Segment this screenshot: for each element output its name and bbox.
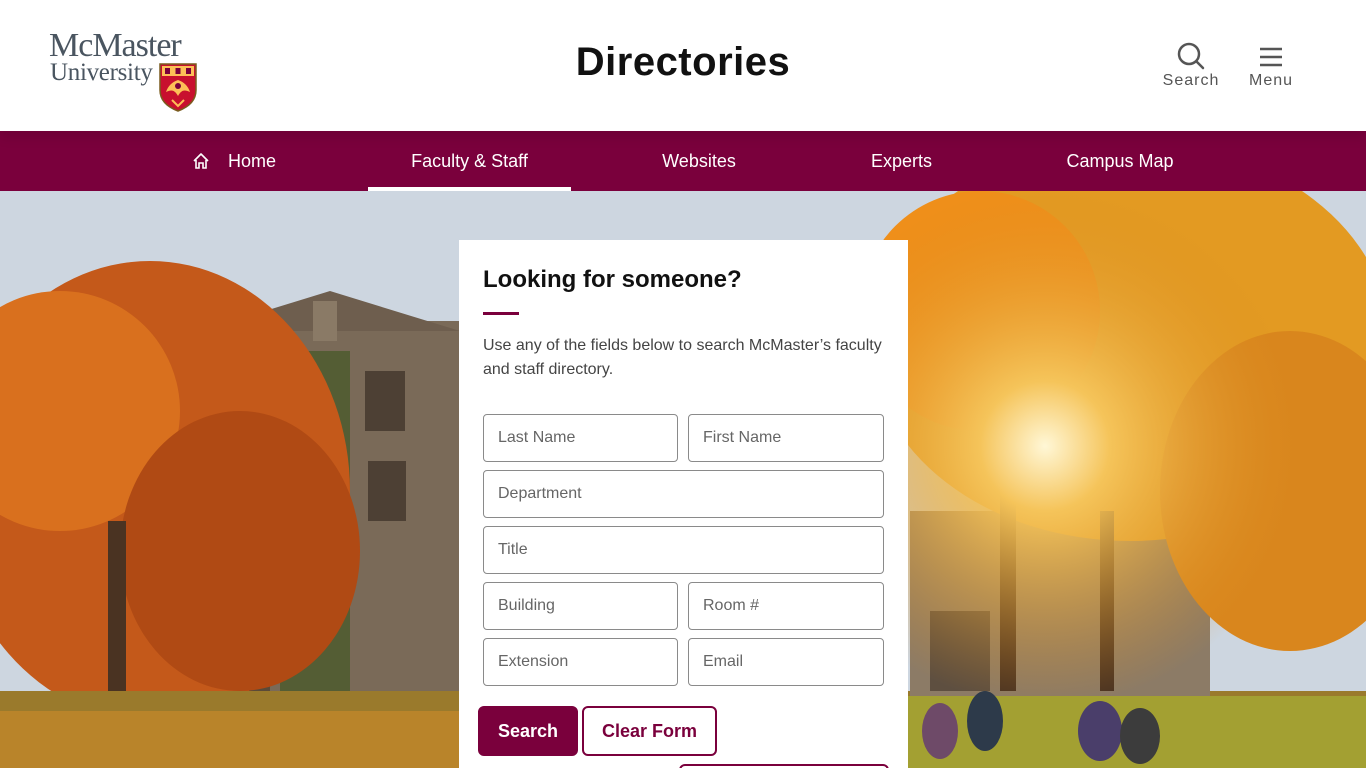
nav-item-websites[interactable]: Websites (640, 131, 758, 191)
building-input[interactable] (483, 582, 678, 630)
header-search-button[interactable]: Search (1160, 42, 1222, 100)
card-description: Use any of the fields below to search Mc… (483, 337, 882, 378)
title-underline (483, 312, 519, 315)
room-input[interactable] (688, 582, 884, 630)
department-input[interactable] (483, 470, 884, 518)
search-label: Search (1162, 72, 1220, 89)
title-input[interactable] (483, 526, 884, 574)
nav-experts-label: Experts (870, 151, 933, 171)
nav-item-home[interactable]: Home (186, 131, 286, 191)
extension-input[interactable] (483, 638, 678, 686)
last-name-input[interactable] (483, 414, 678, 462)
header-menu-button[interactable]: Menu (1244, 42, 1298, 100)
nav-item-experts[interactable]: Experts (850, 131, 953, 191)
menu-label: Menu (1248, 72, 1294, 89)
clear-form-button[interactable]: Clear Form (582, 706, 717, 756)
home-icon (193, 153, 209, 169)
nav-item-campus-map[interactable]: Campus Map (1050, 131, 1190, 191)
first-name-input[interactable] (688, 414, 884, 462)
nav-home-label: Home (228, 151, 277, 171)
search-button[interactable]: Search (478, 706, 578, 756)
card-title: Looking for someone? (483, 266, 742, 293)
site-header: McMaster University Directories Search M… (0, 0, 1366, 131)
nav-campus-label: Campus Map (1066, 151, 1174, 171)
nav-item-faculty-staff[interactable]: Faculty & Staff (368, 131, 571, 191)
search-icon (1177, 42, 1205, 70)
nav-websites-label: Websites (662, 151, 736, 171)
email-input[interactable] (688, 638, 884, 686)
hamburger-icon (1260, 47, 1282, 67)
main-navigation: Home Faculty & Staff Websites Experts Ca… (0, 131, 1366, 191)
directory-search-card: Looking for someone? Use any of the fiel… (459, 240, 908, 768)
additional-button-cutoff[interactable] (679, 764, 889, 768)
nav-faculty-label: Faculty & Staff (411, 151, 528, 171)
